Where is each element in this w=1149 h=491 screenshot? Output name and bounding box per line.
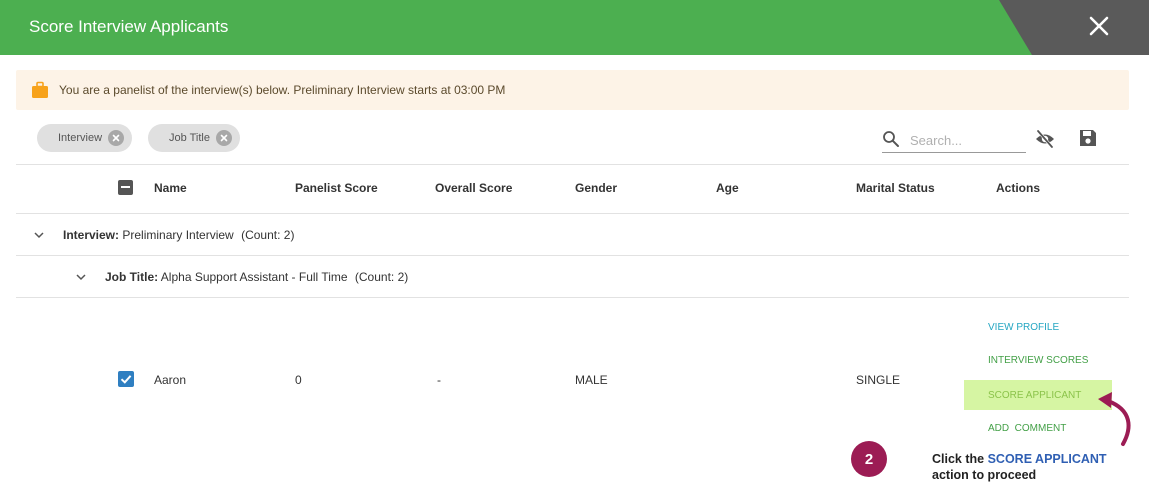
column-header-age[interactable]: Age <box>716 181 739 195</box>
filter-chip-job-title: Job Title <box>148 124 240 152</box>
chip-remove-icon[interactable] <box>108 130 125 146</box>
cell-gender: MALE <box>575 373 608 387</box>
group-count: (Count: 2) <box>241 228 295 242</box>
eye-off-icon[interactable] <box>1034 129 1056 149</box>
save-icon[interactable] <box>1078 128 1098 148</box>
row-checkbox[interactable] <box>118 371 134 387</box>
cell-overall-score: - <box>437 373 441 387</box>
chip-remove-icon[interactable] <box>215 130 232 146</box>
divider <box>16 164 1129 165</box>
notice-text: You are a panelist of the interview(s) b… <box>59 83 506 97</box>
group-row-job-title[interactable]: Job Title: Alpha Support Assistant - Ful… <box>105 270 408 284</box>
chevron-down-icon[interactable] <box>75 271 87 283</box>
search-input[interactable] <box>908 129 1022 151</box>
divider <box>16 255 1129 256</box>
curved-arrow-icon <box>1098 392 1131 446</box>
header-decoration <box>999 0 1149 55</box>
divider <box>16 297 1129 298</box>
add-comment-link[interactable]: ADD COMMENT <box>988 423 1066 434</box>
column-header-actions: Actions <box>996 181 1041 195</box>
filter-chip-label: Interview <box>58 132 103 144</box>
select-all-checkbox[interactable] <box>118 180 133 195</box>
filter-chip-label: Job Title <box>169 132 210 144</box>
column-header-marital-status[interactable]: Marital Status <box>856 181 935 195</box>
view-profile-link[interactable]: VIEW PROFILE <box>988 322 1059 333</box>
column-header-gender[interactable]: Gender <box>575 181 617 195</box>
panelist-notice: You are a panelist of the interview(s) b… <box>16 70 1129 110</box>
chevron-down-icon[interactable] <box>33 229 45 241</box>
group-label: Interview: <box>63 228 120 242</box>
callout-prefix: Click the <box>932 452 988 466</box>
column-header-overall-score[interactable]: Overall Score <box>435 181 512 195</box>
filter-chip-interview: Interview <box>37 124 133 152</box>
cell-name: Aaron <box>154 373 187 387</box>
group-value: Preliminary Interview <box>122 228 234 242</box>
search-box <box>882 128 1026 153</box>
search-icon <box>883 131 899 147</box>
tutorial-callout: Click the SCORE APPLICANT action to proc… <box>932 451 1147 483</box>
briefcase-icon <box>32 81 48 98</box>
group-row-interview[interactable]: Interview: Preliminary Interview (Count:… <box>63 228 294 242</box>
checkmark-icon <box>120 375 132 384</box>
column-header-name[interactable]: Name <box>154 181 187 195</box>
dialog-title: Score Interview Applicants <box>29 17 229 36</box>
step-badge: 2 <box>851 441 887 477</box>
cell-marital-status: SINGLE <box>856 373 901 387</box>
divider <box>16 213 1129 214</box>
column-header-panelist-score[interactable]: Panelist Score <box>295 181 378 195</box>
group-count: (Count: 2) <box>354 270 409 284</box>
callout-suffix: action to proceed <box>932 468 1037 482</box>
group-value: Alpha Support Assistant - Full Time <box>160 270 348 284</box>
close-icon[interactable] <box>1083 10 1115 42</box>
interview-scores-link[interactable]: INTERVIEW SCORES <box>988 355 1088 366</box>
cell-panelist-score: 0 <box>295 373 302 387</box>
group-label: Job Title: <box>105 270 159 284</box>
callout-accent: SCORE APPLICANT <box>987 452 1107 466</box>
dialog-header: Score Interview Applicants <box>0 0 1149 55</box>
